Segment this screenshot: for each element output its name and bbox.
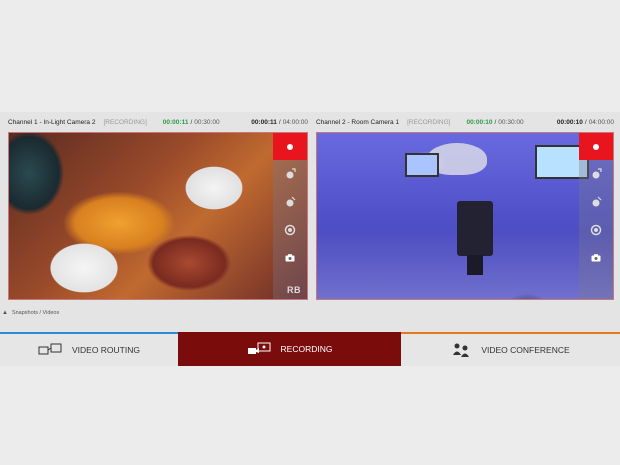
channel-1-zoom-out-button[interactable]	[273, 188, 307, 216]
channel-1-zoom-in-button[interactable]	[273, 160, 307, 188]
operating-table	[457, 201, 493, 256]
channel-2-zoom-out-button[interactable]	[579, 188, 613, 216]
channel-1-snapshot-button[interactable]	[273, 244, 307, 272]
channel-2-clip-elapsed: 00:00:10	[556, 118, 583, 126]
channel-1-record-button[interactable]	[273, 133, 307, 160]
snapshots-toggle[interactable]: ▲ Snapshots / Videos	[0, 306, 59, 320]
tab-video-routing-label: VIDEO ROUTING	[71, 345, 140, 355]
channel-1-clip-total: 04:00:00	[282, 118, 308, 126]
channel-1-header: Channel 1 - In-Light Camera 2 [RECORDING…	[8, 112, 308, 132]
zoom-in-icon	[286, 168, 296, 179]
channel-2-header: Channel 2 - Room Camera 1 [RECORDING] 00…	[316, 112, 614, 132]
wall-monitor-left	[405, 153, 439, 177]
tab-recording-label: RECORDING	[280, 344, 333, 354]
channel-1-rec-elapsed: 00:00:11	[162, 118, 189, 126]
recording-panel: Channel 1 - In-Light Camera 2 [RECORDING…	[0, 112, 620, 366]
channel-2-sep-b: /	[584, 118, 587, 126]
tab-video-conference[interactable]: VIDEO CONFERENCE	[401, 332, 620, 366]
triangle-icon: ▲	[2, 310, 8, 316]
channel-1-rec-limit: 00:30:00	[194, 118, 220, 126]
camera-icon	[591, 254, 601, 262]
channel-1-clip-elapsed: 00:00:11	[251, 118, 277, 126]
channel-2-toolbar	[579, 133, 613, 299]
operating-table-base	[467, 255, 483, 275]
channel-2-rec-limit: 00:30:00	[498, 118, 524, 126]
channel-1-sep-b: /	[278, 118, 281, 126]
zoom-out-icon	[592, 196, 602, 207]
channel-1-video[interactable]: RB	[8, 132, 308, 300]
channel-2-title: Channel 2 - Room Camera 1	[316, 118, 400, 126]
channel-2-zoom-in-button[interactable]	[579, 160, 613, 188]
channel-1-status: [RECORDING]	[103, 118, 147, 126]
tab-video-routing[interactable]: VIDEO ROUTING	[0, 332, 178, 366]
snapshots-label: Snapshots / Videos	[11, 310, 60, 316]
record-dot-icon	[287, 143, 293, 150]
ring-icon	[284, 224, 296, 236]
channel-2-video[interactable]	[316, 132, 614, 300]
video-routing-icon	[38, 343, 62, 357]
channel-2-rec-elapsed: 00:00:10	[466, 118, 493, 126]
channel-2-record-button[interactable]	[579, 133, 613, 160]
tab-video-conference-label: VIDEO CONFERENCE	[481, 345, 570, 355]
channel-2-clip-total: 04:00:00	[588, 118, 614, 126]
channel-2-capture-ring-button[interactable]	[579, 216, 613, 244]
zoom-out-icon	[286, 196, 296, 207]
channel-2-sep-a: /	[494, 118, 497, 126]
ring-icon	[590, 224, 602, 236]
recording-icon	[247, 342, 271, 356]
conference-icon	[451, 342, 471, 358]
channel-1-toolbar	[273, 133, 307, 299]
channel-2-snapshot-button[interactable]	[579, 244, 613, 272]
zoom-in-icon	[592, 168, 602, 179]
channel-1-sep-a: /	[190, 118, 193, 126]
tab-recording[interactable]: RECORDING	[178, 332, 401, 366]
camera-icon	[285, 254, 295, 262]
channel-1-watermark: RB	[287, 285, 301, 295]
record-dot-icon	[593, 143, 599, 150]
mode-tabs: VIDEO ROUTING RECORDING VIDEO CONFERENCE	[0, 332, 620, 366]
channel-2-status: [RECORDING]	[407, 118, 451, 126]
channel-1-title: Channel 1 - In-Light Camera 2	[8, 118, 96, 126]
channel-1-capture-ring-button[interactable]	[273, 216, 307, 244]
